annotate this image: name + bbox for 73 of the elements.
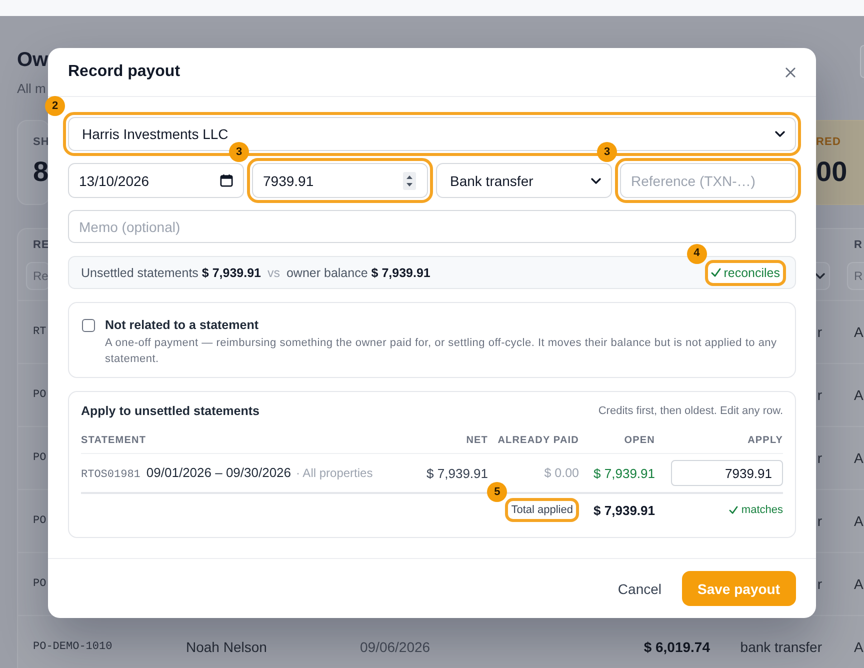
table-cell: $ 7,939.91 [426, 466, 488, 480]
stepper-icon [403, 172, 416, 190]
table-cell: r [817, 324, 822, 340]
statement-period: 09/01/2026 – 09/30/2026 [146, 465, 292, 480]
chevron-down-icon [591, 178, 601, 184]
column-header: STATEMENT [81, 435, 146, 447]
statement-scope: · All properties [296, 466, 373, 480]
dialog-title: Record payout [68, 63, 180, 81]
table-cell: A [854, 387, 864, 403]
status-label: matches [741, 503, 783, 517]
filter-field[interactable]: R [847, 262, 864, 290]
stat-label: RED [816, 135, 842, 149]
column-header: RE [33, 238, 50, 252]
table-cell: r [817, 450, 822, 466]
filter-field[interactable]: Re [26, 262, 50, 290]
date-field[interactable]: 13/10/2026 [68, 163, 244, 198]
table-cell: RT [33, 326, 46, 338]
check-icon [729, 506, 738, 514]
table-cell: Noah Nelson [186, 639, 267, 655]
callout-badge: 2 [45, 96, 65, 116]
callout-badge: 3 [597, 142, 617, 162]
chevron-down-icon [775, 131, 785, 137]
column-header: OPEN [624, 435, 655, 447]
table-cell: PO [33, 578, 46, 590]
cancel-button[interactable]: Cancel [610, 571, 670, 606]
table-cell: r [817, 513, 822, 529]
table-cell: $ 7,939.91 [594, 466, 655, 480]
memo-field[interactable]: Memo (optional) [68, 210, 796, 243]
stat-value: 00 [816, 155, 848, 189]
amount-field[interactable]: 7939.91 [252, 163, 428, 198]
reference-field[interactable]: Reference (TXN-…) [620, 163, 796, 198]
table-cell: PO [33, 515, 46, 527]
checkbox[interactable] [82, 319, 95, 332]
table-cell: bank transfer [740, 639, 822, 655]
status-label: reconciles [724, 264, 780, 280]
column-header: NET [466, 435, 488, 447]
callout-badge: 3 [229, 142, 249, 162]
statement-id: RTOS01981 [81, 469, 140, 481]
chevron-down-icon [815, 273, 825, 279]
close-icon [785, 66, 796, 78]
option-description: A one-off payment — reimbursing something the owner paid for, or settling off-cycle. It moves their balance but is not applied to any statement. [105, 336, 778, 367]
reconcile-summary: Unsettled statements $ 7,939.91 vs owner balance $ 7,939.91 [81, 266, 430, 280]
table-cell: r [817, 387, 822, 403]
column-header: APPLY [748, 435, 783, 447]
page-title: Ow [17, 48, 48, 73]
total-label: Total applied [511, 503, 573, 517]
calendar-icon [220, 174, 233, 187]
table-cell: PO-DEMO-1010 [33, 641, 112, 653]
table-cell: A [854, 324, 864, 340]
page-subtitle: All m [17, 80, 47, 98]
section-hint: Credits first, then oldest. Edit any row. [598, 405, 783, 417]
table-cell: r [817, 576, 822, 592]
method-select[interactable]: Bank transfer [436, 163, 612, 198]
column-header: ALREADY PAID [498, 435, 579, 447]
stat-label: SH [33, 135, 49, 149]
option-title: Not related to a statement [105, 317, 260, 333]
table-cell: A [854, 576, 864, 592]
table-cell: A [854, 450, 864, 466]
callout-badge: 5 [487, 482, 508, 502]
callout-badge: 4 [686, 244, 707, 264]
apply-amount-field[interactable]: 7939.91 [671, 460, 783, 486]
section-title: Apply to unsettled statements [81, 404, 260, 418]
table-cell: PO [33, 389, 46, 401]
table-cell: $ 0.00 [544, 466, 579, 480]
table-cell: $ 6,019.74 [644, 639, 710, 655]
table-cell: 09/06/2026 [360, 639, 430, 655]
total-value: $ 7,939.91 [594, 502, 655, 518]
check-icon [710, 268, 721, 277]
table-cell: PO [33, 452, 46, 464]
stat-value: 8 [33, 155, 49, 189]
table-cell: A [854, 513, 864, 529]
column-header: R [854, 238, 862, 252]
table-cell: A [854, 639, 864, 655]
